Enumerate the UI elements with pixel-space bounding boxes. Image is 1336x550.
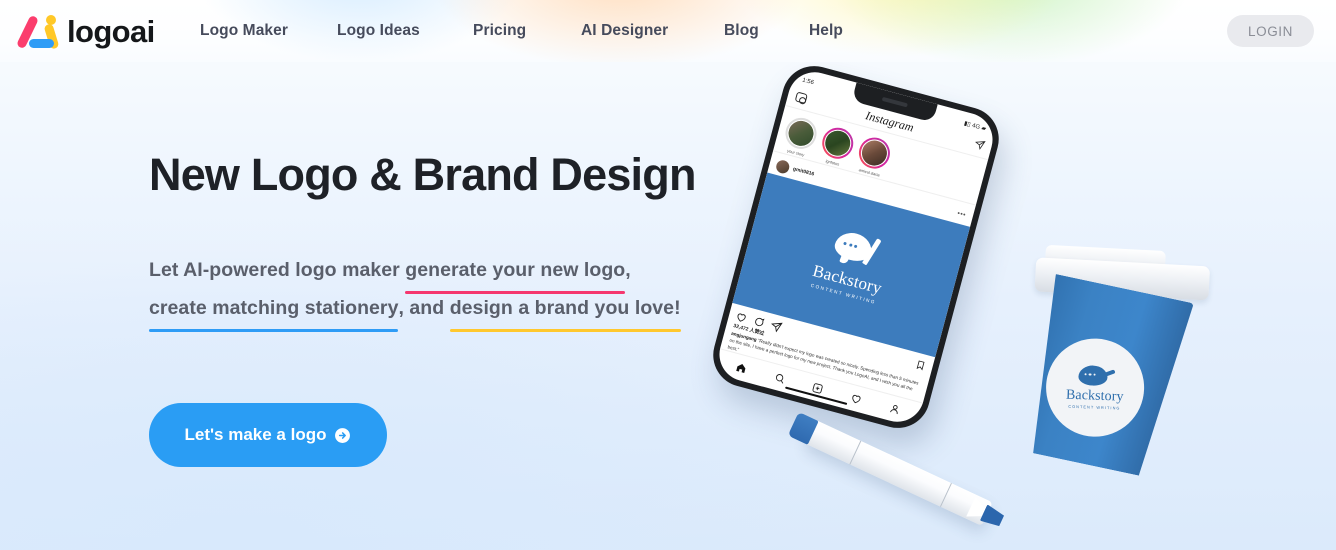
post-menu-icon[interactable]: •••	[956, 210, 966, 219]
highlight-matching-stationery: create matching stationery	[149, 291, 399, 332]
sub-lead-text: Let AI-powered logo maker	[149, 259, 406, 282]
bookmark-icon[interactable]	[914, 358, 927, 371]
cta-label: Let's make a logo	[184, 425, 327, 444]
home-icon[interactable]	[735, 361, 748, 374]
hero-subheading: Let AI-powered logo maker generate your …	[149, 253, 769, 332]
speech-bubble-pen-icon	[1078, 365, 1116, 388]
nav-item-ai-designer[interactable]: AI Designer	[581, 0, 724, 62]
make-a-logo-button[interactable]: Let's make a logo	[149, 403, 387, 467]
story-item[interactable]: amicul.daria	[853, 134, 894, 180]
post-username[interactable]: gmit0816	[792, 166, 815, 177]
brand-name: logoai	[67, 13, 155, 49]
network-label: 4G	[971, 122, 981, 131]
avatar	[857, 136, 892, 171]
hero-subheading-line-1: Let AI-powered logo maker generate your …	[149, 253, 769, 294]
speech-bubble-pen-icon	[831, 228, 882, 271]
sub-line1-tail: ,	[625, 259, 631, 282]
pen-body	[804, 419, 993, 526]
highlight-brand-you-love: design a brand you love!	[449, 291, 681, 332]
search-icon[interactable]	[773, 372, 786, 385]
brand-logo[interactable]: logoai	[16, 11, 155, 51]
signal-icon: ▮▯	[963, 120, 972, 129]
sub-line2-mid: , and	[398, 296, 450, 319]
nav-item-logo-ideas[interactable]: Logo Ideas	[337, 0, 473, 62]
page-background: logoai Logo Maker Logo Ideas Pricing AI …	[0, 0, 1336, 550]
story-item[interactable]: ignfotos	[817, 124, 857, 170]
highlight-generate-logo: generate your new logo	[405, 253, 626, 294]
logo-blue-bar	[29, 38, 54, 48]
avatar	[820, 126, 855, 161]
page-title: New Logo & Brand Design	[149, 149, 696, 200]
site-header: logoai Logo Maker Logo Ideas Pricing AI …	[0, 0, 1336, 62]
logo-yellow-dot	[46, 14, 56, 25]
coffee-cup-mockup: Backstory CONTENT WRITING	[995, 244, 1213, 486]
main-navigation: Logo Maker Logo Ideas Pricing AI Designe…	[200, 0, 869, 62]
share-icon[interactable]	[770, 319, 783, 333]
nav-item-pricing[interactable]: Pricing	[473, 0, 581, 62]
logoai-a-mark-icon	[16, 14, 62, 50]
hero-copy: New Logo & Brand Design Let AI-powered l…	[149, 148, 769, 332]
avatar	[774, 158, 791, 175]
login-button[interactable]: LOGIN	[1226, 15, 1314, 47]
hero-subheading-line-2: create matching stationery, and design a…	[149, 291, 769, 332]
nav-item-help[interactable]: Help	[809, 0, 869, 62]
nav-item-logo-maker[interactable]: Logo Maker	[200, 0, 337, 62]
avatar	[783, 116, 819, 151]
story-item[interactable]: your story	[780, 114, 821, 160]
cup-brand-name: Backstory	[1065, 387, 1124, 405]
arrow-right-circle-icon	[335, 427, 351, 443]
nav-item-blog[interactable]: Blog	[724, 0, 809, 62]
battery-icon: ▰	[980, 125, 987, 133]
status-right-icons: ▮▯ 4G ▰	[963, 120, 987, 133]
status-time: 1:56	[801, 77, 815, 86]
hero-artwork: 1:56 ▮▯ 4G ▰ Instagram your story ignfot…	[700, 58, 1336, 550]
cup-brand-tagline: CONTENT WRITING	[1068, 404, 1121, 411]
profile-icon[interactable]	[888, 402, 901, 415]
